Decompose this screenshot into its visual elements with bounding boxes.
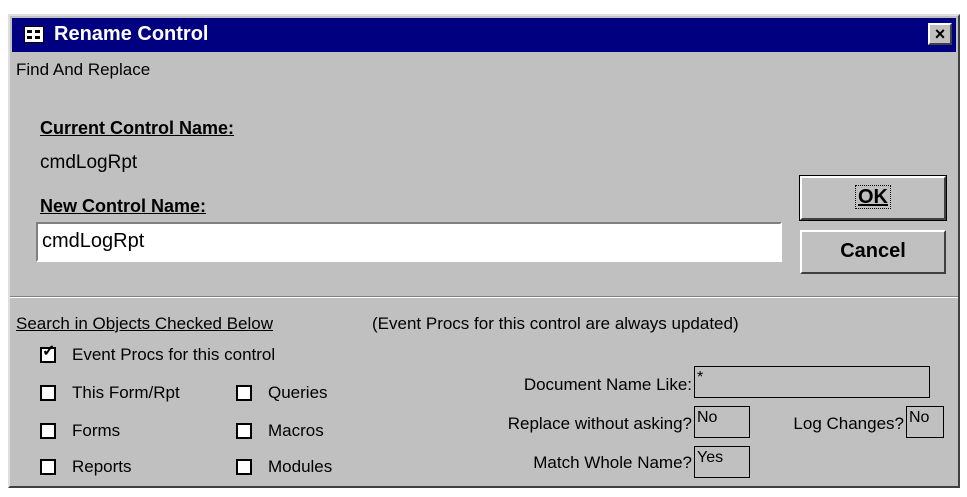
checkbox-macros[interactable]: Macros <box>236 420 324 442</box>
checkbox-event-procs[interactable]: ✓ Event Procs for this control <box>40 344 275 366</box>
replace-label: Replace without asking? <box>507 414 692 433</box>
new-name-label: New Control Name: <box>40 196 207 216</box>
new-name-input[interactable]: cmdLogRpt <box>36 222 782 262</box>
search-note: (Event Procs for this control are always… <box>372 314 739 333</box>
checkbox-box[interactable]: ✓ <box>40 343 56 363</box>
check-mark-icon: ✓ <box>42 343 56 360</box>
doc-name-field[interactable]: * <box>694 366 930 398</box>
doc-name-label: Document Name Like: <box>523 375 692 394</box>
checkbox-box[interactable] <box>40 423 56 439</box>
match-field[interactable]: Yes <box>694 446 750 478</box>
section-divider <box>10 296 958 298</box>
window-title: Rename Control <box>54 23 209 45</box>
cancel-button-label: Cancel <box>840 240 906 262</box>
checkbox-reports[interactable]: Reports <box>40 456 132 478</box>
checkbox-this-form[interactable]: This Form/Rpt <box>40 382 180 404</box>
checkbox-label: Queries <box>268 383 328 402</box>
dialog-subtitle: Find And Replace <box>16 60 151 79</box>
rename-control-dialog: Rename Control × Find And Replace Curren… <box>8 14 960 488</box>
current-name-label: Current Control Name: <box>40 118 235 138</box>
checkbox-label: Modules <box>268 457 333 476</box>
checkbox-label: Forms <box>72 421 121 440</box>
current-name-value: cmdLogRpt <box>40 152 138 173</box>
search-heading: Search in Objects Checked Below <box>16 314 274 333</box>
checkbox-forms[interactable]: Forms <box>40 420 120 442</box>
replace-field[interactable]: No <box>694 406 750 438</box>
checkbox-box[interactable] <box>40 385 56 401</box>
checkbox-queries[interactable]: Queries <box>236 382 328 404</box>
checkbox-modules[interactable]: Modules <box>236 456 332 478</box>
close-button[interactable]: × <box>928 23 952 45</box>
log-changes-label: Log Changes? <box>793 414 904 433</box>
checkbox-label: Macros <box>268 421 324 440</box>
checkbox-label: Reports <box>72 457 132 476</box>
ok-button-label: OK <box>855 185 891 209</box>
checkbox-box[interactable] <box>236 385 252 401</box>
log-changes-field[interactable]: No <box>906 406 944 438</box>
cancel-button[interactable]: Cancel <box>800 230 946 274</box>
checkbox-box[interactable] <box>236 423 252 439</box>
match-label: Match Whole Name? <box>533 453 692 472</box>
ok-button[interactable]: OK <box>799 175 947 221</box>
checkbox-label: This Form/Rpt <box>72 383 180 402</box>
checkbox-box[interactable] <box>236 459 252 475</box>
form-icon <box>24 26 44 43</box>
title-bar[interactable]: Rename Control × <box>12 18 956 52</box>
checkbox-box[interactable] <box>40 459 56 475</box>
checkbox-label: Event Procs for this control <box>72 345 276 364</box>
